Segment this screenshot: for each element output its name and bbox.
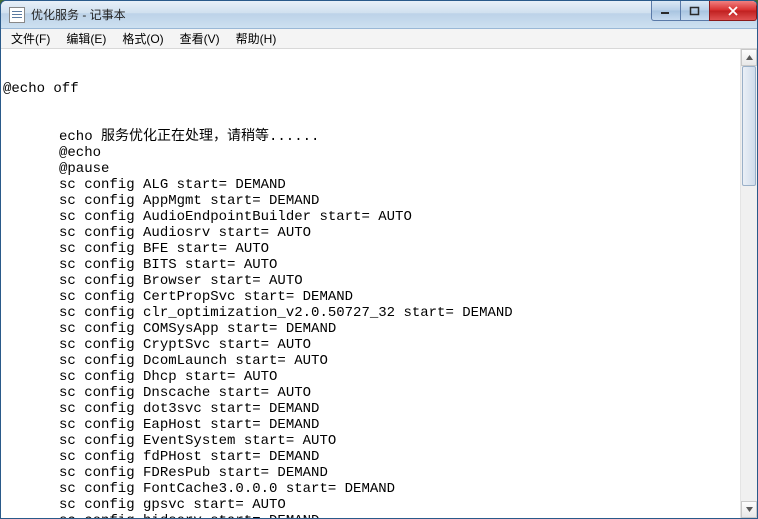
text-line: echo 服务优化正在处理，请稍等...... [3, 129, 738, 145]
text-line: sc config Audiosrv start= AUTO [3, 225, 738, 241]
scroll-thumb[interactable] [742, 66, 756, 186]
text-line: sc config dot3svc start= DEMAND [3, 401, 738, 417]
scroll-up-button[interactable] [741, 49, 757, 66]
minimize-button[interactable] [651, 1, 681, 21]
text-line: sc config Dhcp start= AUTO [3, 369, 738, 385]
text-line: sc config CertPropSvc start= DEMAND [3, 289, 738, 305]
text-line: sc config FontCache3.0.0.0 start= DEMAND [3, 481, 738, 497]
text-line: sc config FDResPub start= DEMAND [3, 465, 738, 481]
titlebar[interactable]: 优化服务 - 记事本 [1, 1, 757, 29]
client-area: @echo off echo 服务优化正在处理，请稍等......@echo@p… [1, 49, 757, 518]
scroll-down-button[interactable] [741, 501, 757, 518]
text-line: sc config EventSystem start= AUTO [3, 433, 738, 449]
scroll-track[interactable] [741, 66, 757, 501]
menu-view[interactable]: 查看(V) [172, 28, 228, 49]
text-line: sc config AppMgmt start= DEMAND [3, 193, 738, 209]
text-line: sc config CryptSvc start= AUTO [3, 337, 738, 353]
close-button[interactable] [709, 1, 757, 21]
text-line: @pause [3, 161, 738, 177]
text-line: sc config Dnscache start= AUTO [3, 385, 738, 401]
text-line: sc config gpsvc start= AUTO [3, 497, 738, 513]
text-line: sc config COMSysApp start= DEMAND [3, 321, 738, 337]
window-controls [652, 1, 757, 21]
text-line: sc config fdPHost start= DEMAND [3, 449, 738, 465]
text-line: sc config BFE start= AUTO [3, 241, 738, 257]
notepad-window: 优化服务 - 记事本 文件(F) 编辑(E) 格式(O) 查看(V) 帮助(H)… [0, 0, 758, 519]
text-line: sc config EapHost start= DEMAND [3, 417, 738, 433]
text-editor[interactable]: @echo off echo 服务优化正在处理，请稍等......@echo@p… [1, 49, 740, 518]
menu-format[interactable]: 格式(O) [114, 28, 171, 49]
menu-help[interactable]: 帮助(H) [228, 28, 285, 49]
menu-file[interactable]: 文件(F) [3, 28, 58, 49]
text-line: @echo off [3, 81, 738, 97]
notepad-icon [9, 7, 25, 23]
window-title: 优化服务 - 记事本 [31, 6, 126, 23]
menu-edit[interactable]: 编辑(E) [58, 28, 114, 49]
text-line: sc config DcomLaunch start= AUTO [3, 353, 738, 369]
text-line: sc config hidserv start= DEMAND [3, 513, 738, 518]
text-line: sc config AudioEndpointBuilder start= AU… [3, 209, 738, 225]
text-line: sc config BITS start= AUTO [3, 257, 738, 273]
menubar: 文件(F) 编辑(E) 格式(O) 查看(V) 帮助(H) [1, 29, 757, 49]
maximize-button[interactable] [680, 1, 710, 21]
text-line: sc config ALG start= DEMAND [3, 177, 738, 193]
text-line: @echo [3, 145, 738, 161]
text-line: sc config clr_optimization_v2.0.50727_32… [3, 305, 738, 321]
text-line: sc config Browser start= AUTO [3, 273, 738, 289]
vertical-scrollbar[interactable] [740, 49, 757, 518]
